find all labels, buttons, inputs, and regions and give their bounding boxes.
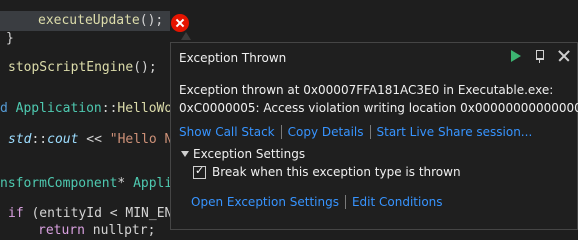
exception-message: Exception thrown at 0x00007FFA181AC3E0 i…: [179, 81, 578, 117]
collapse-triangle-icon: [181, 151, 189, 157]
code-token-keyword: return: [38, 223, 85, 238]
code-token-keyword: d: [0, 101, 8, 116]
link-divider: [344, 195, 346, 209]
code-token-type: nsformComponent: [0, 176, 118, 191]
popup-pointer: [181, 32, 191, 40]
code-token-pointer: *: [117, 176, 134, 191]
code-line-brace: }: [6, 30, 14, 48]
continue-icon[interactable]: [509, 49, 523, 63]
code-token-punct: ();: [133, 60, 157, 75]
code-line-execute-update: executeUpdate();: [38, 12, 163, 30]
close-icon[interactable]: [557, 49, 571, 63]
copy-details-link[interactable]: Copy Details: [288, 125, 364, 139]
code-token-brace: }: [6, 31, 14, 46]
code-token-scope: ::: [31, 132, 48, 147]
live-share-link[interactable]: Start Live Share session...: [377, 125, 533, 139]
break-when-thrown-checkbox[interactable]: [193, 164, 206, 179]
show-call-stack-link[interactable]: Show Call Stack: [179, 125, 275, 139]
popup-header: Exception Thrown: [171, 43, 577, 73]
break-when-thrown-label: Break when this exception type is thrown: [212, 165, 461, 179]
link-divider: [280, 125, 282, 139]
code-line-cout: std::cout << "Hello N: [8, 131, 172, 149]
code-token-operator: <<: [78, 132, 110, 147]
exception-popup: Exception Thrown Exception thrown at 0x0…: [170, 42, 578, 230]
code-line-return: return nullptr;: [38, 222, 155, 240]
code-line-transform-component: nsformComponent* Applic: [0, 175, 180, 193]
code-line-hello-world: d Application::HelloWo: [0, 100, 172, 118]
popup-actions: [509, 49, 571, 63]
code-line-if: if (entityId < MIN_EN: [8, 205, 172, 223]
code-token-function: stopScriptEngine: [8, 60, 134, 75]
popup-bottom-links: Open Exception Settings Edit Conditions: [191, 195, 443, 209]
error-icon[interactable]: [171, 14, 189, 32]
popup-links: Show Call Stack Copy Details Start Live …: [179, 125, 532, 139]
popup-title: Exception Thrown: [179, 51, 287, 65]
code-token-keyword: if: [8, 206, 24, 221]
code-token-namespace: std: [8, 132, 32, 147]
break-when-thrown-row[interactable]: Break when this exception type is thrown: [193, 164, 461, 179]
code-token-function: HelloWo: [117, 101, 173, 116]
pin-icon[interactable]: [533, 49, 547, 63]
exception-settings-header[interactable]: Exception Settings: [181, 147, 305, 161]
code-token-value: nullptr;: [84, 223, 156, 238]
code-token-object: cout: [47, 132, 79, 147]
code-token-scope: ::: [101, 101, 118, 116]
code-token-function: executeUpdate: [38, 13, 140, 28]
link-divider: [369, 125, 371, 139]
code-token-punct: ();: [139, 13, 164, 28]
open-exception-settings-link[interactable]: Open Exception Settings: [191, 195, 339, 209]
edit-conditions-link[interactable]: Edit Conditions: [352, 195, 443, 209]
code-token-string: "Hello N: [109, 132, 173, 147]
exception-message-line1: Exception thrown at 0x00007FFA181AC3E0 i…: [179, 83, 554, 97]
exception-message-line2: 0xC0000005: Access violation writing loc…: [179, 101, 578, 115]
code-token-class: Application: [15, 101, 102, 116]
exception-settings-label: Exception Settings: [193, 147, 306, 161]
code-line-stop-script: stopScriptEngine();: [8, 59, 157, 77]
code-token-condition: (entityId < MIN_EN: [23, 206, 173, 221]
